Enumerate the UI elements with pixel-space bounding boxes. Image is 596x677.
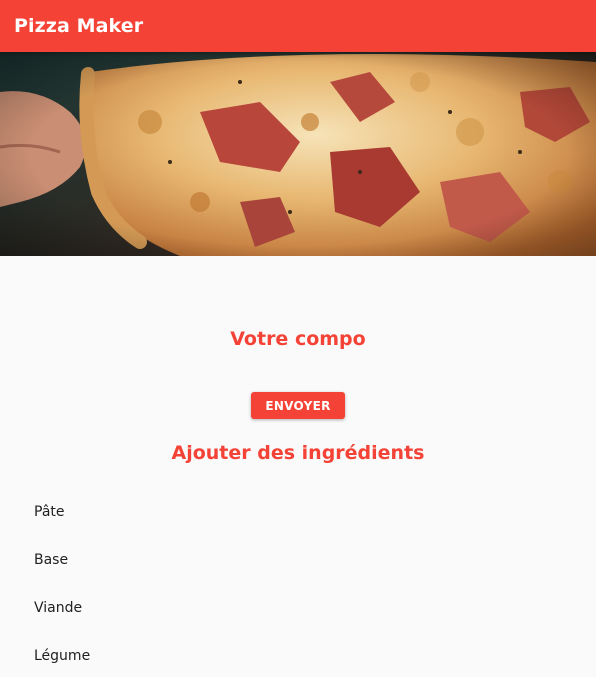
composition-title: Votre compo — [230, 328, 366, 350]
ingredients-title: Ajouter des ingrédients — [171, 442, 425, 464]
ingredient-item-legume[interactable]: Légume — [0, 636, 596, 677]
pizza-hero-image — [0, 52, 596, 256]
app-bar: Pizza Maker — [0, 0, 596, 52]
ingredient-item-pate[interactable]: Pâte — [0, 492, 596, 540]
ingredient-item-viande[interactable]: Viande — [0, 588, 596, 636]
send-button[interactable]: ENVOYER — [251, 392, 345, 419]
ingredient-list: Pâte Base Viande Légume — [0, 492, 596, 677]
ingredient-item-base[interactable]: Base — [0, 540, 596, 588]
app-window: Pizza Maker Votre compo ENVOYER Ajouter … — [0, 0, 596, 677]
app-title: Pizza Maker — [14, 15, 144, 37]
main-content: Votre compo ENVOYER Ajouter des ingrédie… — [0, 256, 596, 677]
pizza-photo — [0, 52, 596, 256]
